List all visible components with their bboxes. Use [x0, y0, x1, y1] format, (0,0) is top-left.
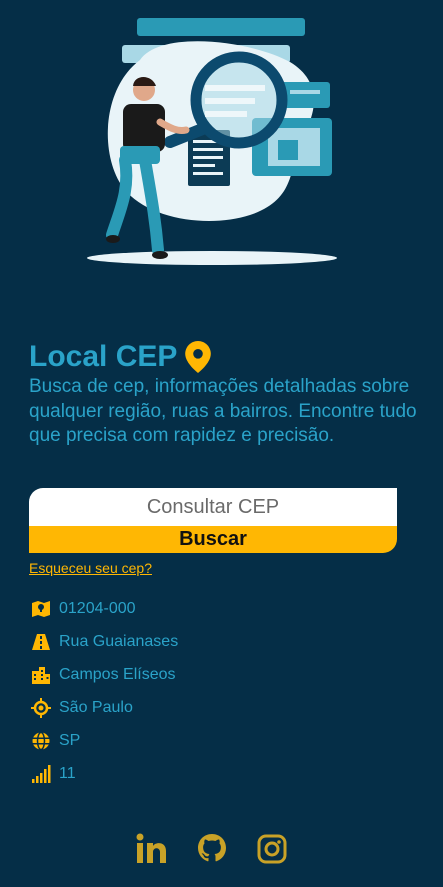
github-link[interactable] [196, 832, 228, 866]
instagram-link[interactable] [256, 832, 288, 866]
instagram-icon [257, 834, 287, 864]
result-item-state: SP [31, 724, 178, 757]
result-street: Rua Guaianases [59, 632, 179, 650]
page-title: Local CEP [29, 340, 178, 373]
social-links [136, 832, 288, 866]
result-list: 01204-000 Rua Guaianases Campos Elíseos [31, 592, 178, 790]
forgot-cep-link[interactable]: Esqueceu seu cep? [29, 560, 152, 576]
result-city: São Paulo [59, 698, 133, 716]
description: Busca de cep, informações detalhadas sob… [29, 376, 417, 446]
result-neighborhood: Campos Elíseos [59, 665, 176, 683]
linkedin-icon [136, 833, 166, 863]
title-row: Local CEP [29, 338, 212, 376]
result-item-city: São Paulo [31, 691, 178, 724]
globe-icon [32, 731, 50, 750]
result-item-cep: 01204-000 [31, 592, 178, 625]
result-ddd: 11 [59, 764, 76, 782]
search-form: Buscar [29, 488, 397, 553]
result-item-street: Rua Guaianases [31, 625, 178, 658]
map-icon [32, 600, 50, 617]
linkedin-link[interactable] [136, 832, 168, 866]
signal-icon [32, 764, 51, 783]
result-item-ddd: 11 [31, 757, 178, 790]
road-icon [32, 633, 50, 650]
result-state: SP [59, 731, 81, 749]
result-cep: 01204-000 [59, 599, 136, 617]
cep-input[interactable] [29, 488, 397, 526]
crosshair-icon [31, 697, 51, 718]
github-icon [198, 834, 226, 862]
result-item-neighborhood: Campos Elíseos [31, 658, 178, 691]
location-pin-icon [185, 341, 212, 373]
buscar-button[interactable]: Buscar [29, 526, 397, 553]
hero-illustration [87, 18, 337, 265]
city-icon [32, 666, 50, 684]
